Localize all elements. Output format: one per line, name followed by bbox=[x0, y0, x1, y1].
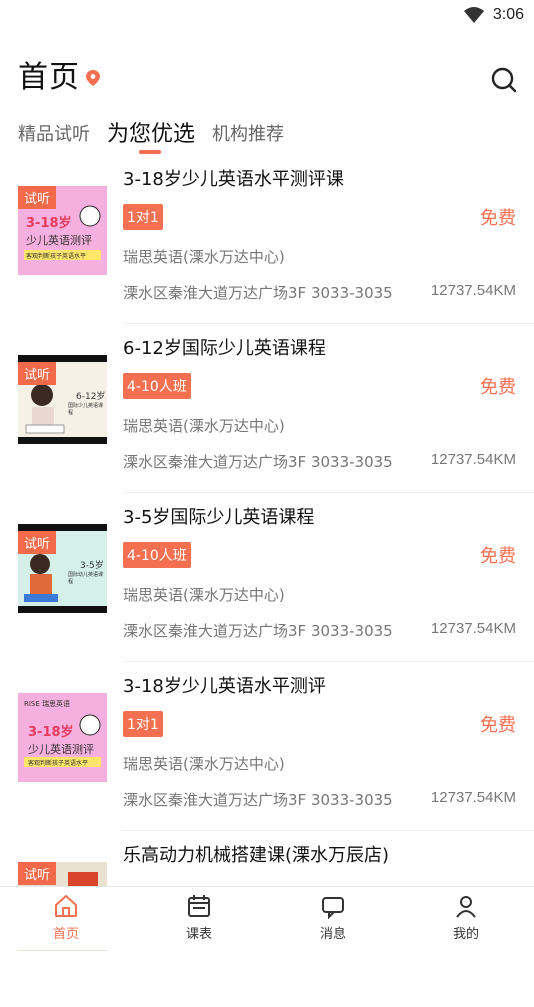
institution-address: 溧水区秦淮大道万达广场3F 3033-3035 bbox=[123, 622, 393, 640]
thumbnail-logo: RISE 瑞思英语 bbox=[24, 700, 71, 708]
card-divider bbox=[123, 661, 534, 662]
class-size-tag: 1对1 bbox=[123, 711, 163, 737]
category-tabs: 精品试听 为您优选 机构推荐 bbox=[0, 112, 534, 162]
thumbnail-age-text: 3-5岁 bbox=[80, 561, 104, 571]
institution-name: 瑞思英语(溧水万达中心) bbox=[123, 755, 285, 773]
message-icon bbox=[322, 897, 344, 919]
course-title: 乐高动力机械搭建课(溧水万辰店) bbox=[123, 845, 390, 866]
distance-label: 12737.54KM bbox=[430, 282, 516, 299]
institution-name: 瑞思英语(溧水万达中心) bbox=[123, 586, 285, 604]
nav-item-profile[interactable]: 我的 bbox=[426, 893, 506, 942]
thumbnail-subtitle: 国际幼儿英语课程 bbox=[68, 572, 104, 585]
course-price: 免费 bbox=[480, 377, 516, 398]
active-tab-indicator bbox=[139, 150, 161, 154]
thumbnail-age-text: 6-12岁 bbox=[76, 392, 106, 402]
thumbnail-caption: 客观判断孩子英语水平 bbox=[26, 253, 87, 260]
card-divider bbox=[123, 323, 534, 324]
course-title: 3-18岁少儿英语水平测评 bbox=[123, 676, 326, 697]
location-pin-icon[interactable] bbox=[86, 70, 100, 86]
thumbnail-subtitle: 少儿英语测评 bbox=[28, 743, 94, 756]
trial-badge: 试听 bbox=[18, 186, 57, 209]
status-bar: 3:06 bbox=[0, 0, 534, 30]
nav-item-label: 课表 bbox=[185, 927, 212, 942]
class-size-tag: 1对1 bbox=[123, 204, 163, 230]
tab-recommended-for-you[interactable]: 为您优选 bbox=[107, 116, 195, 148]
card-divider bbox=[123, 492, 534, 493]
wifi-icon bbox=[464, 7, 484, 23]
home-icon bbox=[55, 895, 77, 917]
nav-item-home[interactable]: 首页 bbox=[26, 893, 106, 942]
institution-name: 瑞思英语(溧水万达中心) bbox=[123, 417, 285, 435]
thumbnail-subtitle: 国际少儿英语课程 bbox=[68, 403, 104, 416]
class-size-tag: 4-10人班 bbox=[123, 542, 191, 568]
class-size-tag: 4-10人班 bbox=[123, 373, 191, 399]
course-card[interactable]: RISE 瑞思英语 3-18岁 少儿英语测评 客观判断孩子英语水平 3-18岁少… bbox=[0, 669, 534, 838]
course-title: 6-12岁国际少儿英语课程 bbox=[123, 338, 326, 359]
course-card[interactable]: 试听 3-5岁 国际幼儿英语课程 3-5岁国际少儿英语课程 4-10人班 免费 … bbox=[0, 500, 534, 669]
nav-item-label: 首页 bbox=[52, 927, 79, 942]
search-icon[interactable] bbox=[490, 66, 518, 94]
course-thumbnail: 试听 6-12岁 国际少儿英语课程 bbox=[18, 355, 107, 444]
course-thumbnail: 试听 3-5岁 国际幼儿英语课程 bbox=[18, 524, 107, 613]
trial-badge: 试听 bbox=[18, 362, 57, 385]
institution-name: 瑞思英语(溧水万达中心) bbox=[123, 248, 285, 266]
distance-label: 12737.54KM bbox=[430, 620, 516, 637]
tab-institution-recommend[interactable]: 机构推荐 bbox=[212, 120, 284, 146]
page-title: 首页 bbox=[18, 60, 80, 95]
nav-item-messages[interactable]: 消息 bbox=[293, 893, 373, 942]
institution-address: 溧水区秦淮大道万达广场3F 3033-3035 bbox=[123, 791, 393, 809]
distance-label: 12737.54KM bbox=[430, 789, 516, 806]
thumbnail-caption: 客观判断孩子英语水平 bbox=[28, 760, 89, 767]
card-divider bbox=[123, 830, 534, 831]
institution-address: 溧水区秦淮大道万达广场3F 3033-3035 bbox=[123, 284, 393, 302]
trial-badge: 试听 bbox=[18, 862, 57, 885]
nav-item-label: 我的 bbox=[452, 927, 479, 942]
tab-premium-trial[interactable]: 精品试听 bbox=[18, 120, 90, 146]
user-icon bbox=[456, 896, 476, 918]
trial-badge: 试听 bbox=[18, 531, 57, 554]
institution-address: 溧水区秦淮大道万达广场3F 3033-3035 bbox=[123, 453, 393, 471]
course-thumbnail: RISE 瑞思英语 3-18岁 少儿英语测评 客观判断孩子英语水平 bbox=[18, 693, 107, 782]
distance-label: 12737.54KM bbox=[430, 451, 516, 468]
calendar-icon bbox=[188, 895, 210, 917]
course-price: 免费 bbox=[480, 546, 516, 567]
course-card[interactable]: 试听 3-18岁 少儿英语测评 客观判断孩子英语水平 3-18岁少儿英语水平测评… bbox=[0, 162, 534, 331]
course-price: 免费 bbox=[480, 715, 516, 736]
course-card[interactable]: 试听 6-12岁 国际少儿英语课程 6-12岁国际少儿英语课程 4-10人班 免… bbox=[0, 331, 534, 500]
nav-item-schedule[interactable]: 课表 bbox=[159, 893, 239, 942]
status-time: 3:06 bbox=[492, 6, 524, 23]
course-title: 3-18岁少儿英语水平测评课 bbox=[123, 169, 344, 190]
course-price: 免费 bbox=[480, 208, 516, 229]
course-thumbnail: 试听 3-18岁 少儿英语测评 客观判断孩子英语水平 bbox=[18, 186, 107, 275]
thumbnail-age-text: 3-18岁 bbox=[28, 725, 74, 740]
thumbnail-subtitle: 少儿英语测评 bbox=[26, 234, 92, 247]
thumbnail-age-text: 3-18岁 bbox=[26, 216, 72, 231]
course-title: 3-5岁国际少儿英语课程 bbox=[123, 507, 315, 528]
nav-item-label: 消息 bbox=[319, 927, 346, 942]
page-header: 首页 bbox=[0, 48, 534, 104]
bottom-navigation: 首页 课表 消息 我的 bbox=[0, 886, 534, 950]
